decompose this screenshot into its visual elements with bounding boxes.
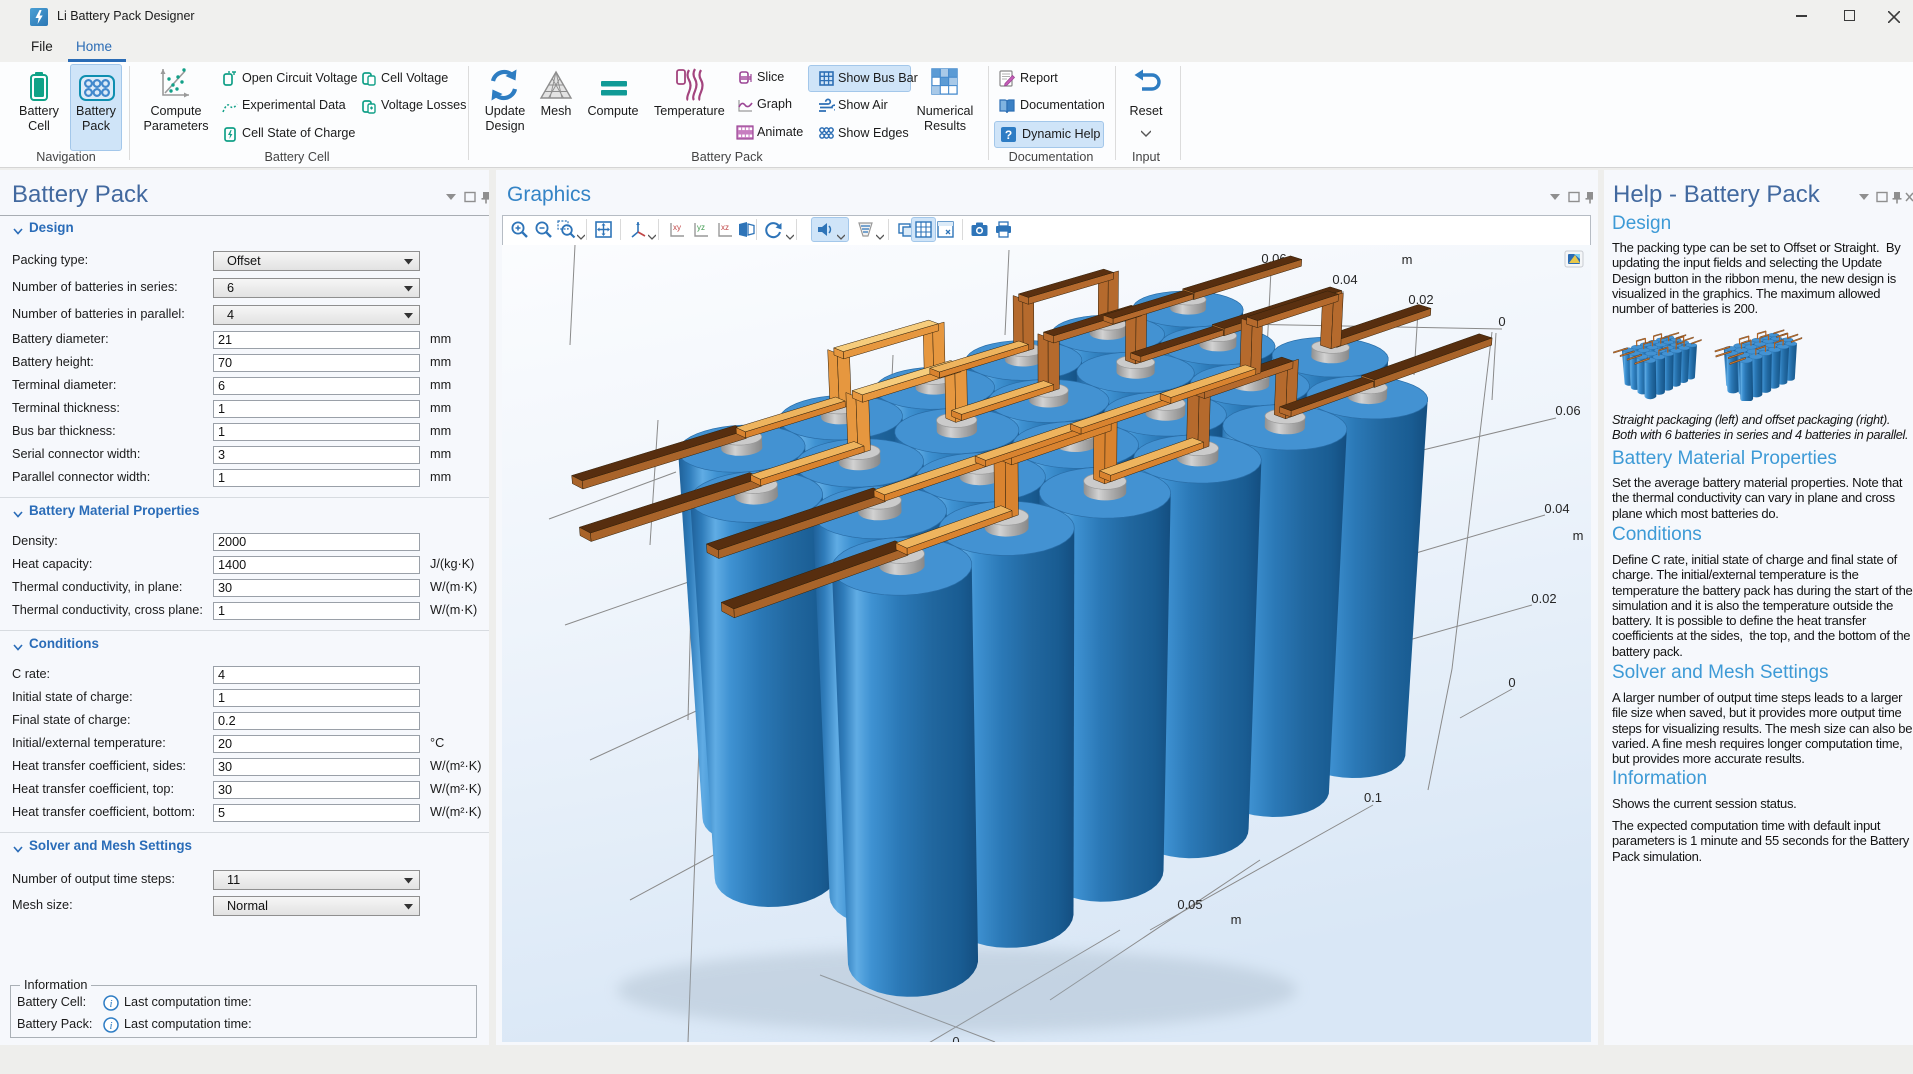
svg-text:0.02: 0.02 — [1408, 292, 1433, 307]
svg-text:xy: xy — [673, 223, 681, 232]
svg-text:0.04: 0.04 — [1544, 501, 1569, 516]
svg-text:m: m — [1402, 252, 1413, 267]
svg-text:0: 0 — [952, 1034, 959, 1042]
svg-text:0.1: 0.1 — [1364, 790, 1382, 805]
svg-text:0.05: 0.05 — [1177, 897, 1202, 912]
svg-text:m: m — [1573, 528, 1584, 543]
svg-text:i: i — [109, 1020, 112, 1032]
svg-text:0.04: 0.04 — [1332, 272, 1357, 287]
svg-text:0.06: 0.06 — [1555, 403, 1580, 418]
svg-text:yz: yz — [697, 223, 705, 232]
svg-text:i: i — [109, 998, 112, 1010]
svg-text:0.02: 0.02 — [1531, 591, 1556, 606]
svg-text:0: 0 — [1508, 675, 1515, 690]
svg-text:?: ? — [1005, 128, 1012, 142]
svg-text:xz: xz — [721, 223, 729, 232]
svg-text:0: 0 — [1498, 314, 1505, 329]
svg-text:m: m — [1231, 912, 1242, 927]
